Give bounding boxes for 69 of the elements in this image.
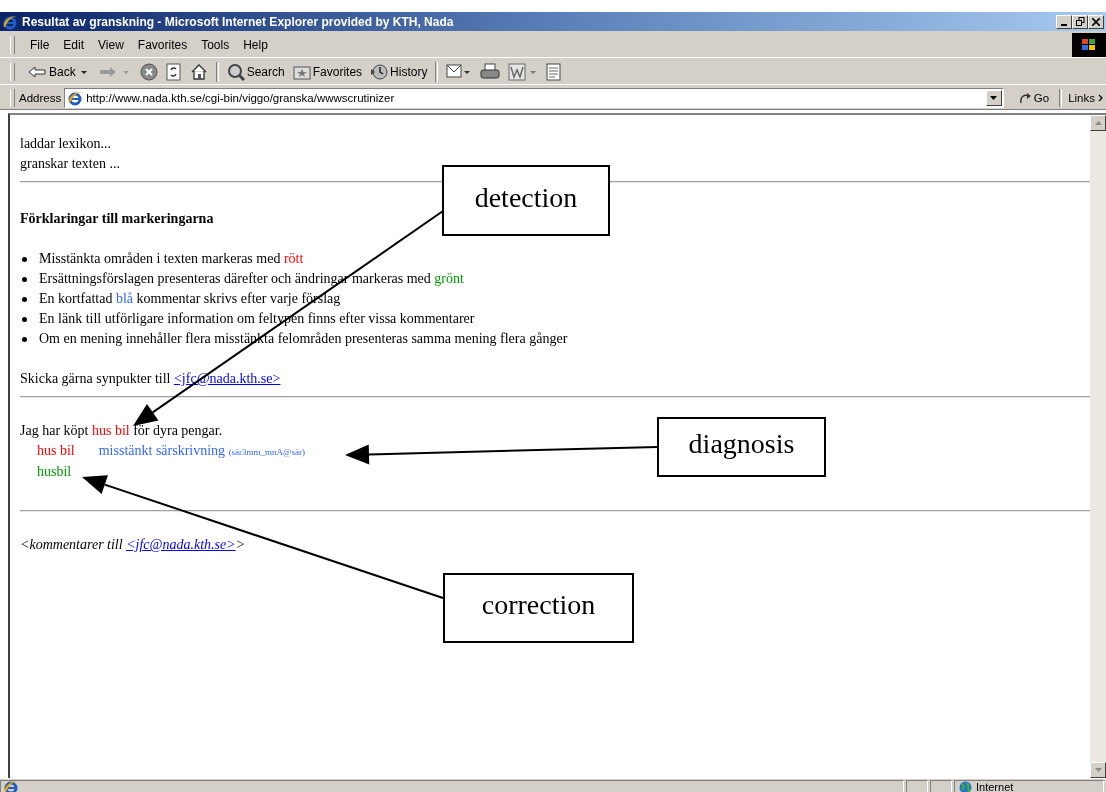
minimize-icon bbox=[1061, 23, 1067, 26]
callout-box: diagnosis bbox=[657, 417, 826, 477]
clock-icon bbox=[370, 63, 389, 81]
search-button[interactable]: Search bbox=[222, 62, 289, 82]
address-field[interactable]: http://www.nada.kth.se/cgi-bin/viggo/granska/wwwscrutinizer bbox=[64, 88, 1004, 108]
back-button[interactable]: Back bbox=[23, 63, 94, 81]
envelope-icon bbox=[446, 63, 473, 81]
chevron-icon bbox=[1098, 94, 1104, 102]
menu-item[interactable]: View bbox=[91, 36, 131, 54]
error-text: hus bil bbox=[37, 443, 75, 458]
go-button[interactable]: Go bbox=[1011, 91, 1056, 105]
arrow-icon bbox=[1017, 91, 1032, 105]
refresh-icon bbox=[165, 63, 182, 81]
page-icon bbox=[3, 779, 19, 792]
menu-item[interactable]: File bbox=[23, 36, 57, 54]
restore-button[interactable] bbox=[1072, 14, 1088, 29]
caret-icon bbox=[989, 95, 998, 101]
restore-icon bbox=[1075, 17, 1085, 26]
menu-item[interactable]: Help bbox=[236, 36, 275, 54]
links-button[interactable]: Links bbox=[1066, 92, 1106, 104]
forward-arrow-icon bbox=[97, 64, 118, 80]
minimize-button[interactable] bbox=[1056, 14, 1072, 29]
address-label: Address bbox=[19, 92, 62, 104]
bullet-icon bbox=[22, 256, 27, 262]
status-panel bbox=[930, 780, 952, 792]
dropdown-button[interactable] bbox=[985, 90, 1002, 106]
callout-box: correction bbox=[443, 573, 634, 643]
bullet-icon bbox=[22, 336, 27, 342]
browser-icon bbox=[2, 13, 18, 30]
search-icon bbox=[226, 63, 245, 81]
scroll-down-button[interactable] bbox=[1090, 762, 1106, 778]
window-title: Resultat av granskning - Microsoft Internet Explorer provided by KTH, Nada bbox=[22, 14, 455, 29]
status-text: laddar lexikon... bbox=[20, 135, 112, 153]
menu-item[interactable]: Tools bbox=[194, 36, 237, 54]
stop-icon bbox=[139, 63, 158, 81]
history-button[interactable]: History bbox=[366, 62, 432, 82]
bullet-text: Misstänkta områden i texten markeras med rött bbox=[39, 250, 304, 268]
close-icon bbox=[1092, 17, 1100, 26]
caret-down-icon bbox=[1094, 768, 1102, 772]
bullet-icon bbox=[22, 316, 27, 322]
home-icon bbox=[189, 63, 208, 81]
notepad-icon bbox=[546, 63, 563, 81]
scrollbar[interactable] bbox=[1090, 115, 1106, 778]
url-text: http://www.nada.kth.se/cgi-bin/viggo/granska/wwwscrutinizer bbox=[86, 92, 396, 104]
menu-item[interactable]: Edit bbox=[56, 36, 92, 54]
close-button[interactable] bbox=[1088, 14, 1104, 29]
footer-text: <kommentarer till <jfc@nada.kth.se>> bbox=[20, 536, 247, 554]
windows-logo-icon bbox=[1072, 33, 1106, 57]
caret-up-icon bbox=[1094, 121, 1102, 125]
favorites-button[interactable]: Favorites bbox=[288, 63, 367, 81]
printer-icon bbox=[480, 63, 501, 81]
document-w-icon bbox=[508, 63, 539, 81]
status-panel bbox=[906, 780, 928, 792]
menu-item[interactable]: Favorites bbox=[130, 36, 195, 54]
globe-icon bbox=[959, 780, 972, 792]
scroll-up-button[interactable] bbox=[1090, 115, 1106, 131]
back-arrow-icon bbox=[27, 64, 47, 80]
sentence-text: Jag har köpt hus bil för dyra pengar. bbox=[20, 422, 224, 440]
email-link[interactable]: <jfc@nada.kth.se> bbox=[126, 537, 236, 552]
page-icon bbox=[67, 90, 84, 106]
star-folder-icon bbox=[292, 64, 311, 80]
correction-text: husbil bbox=[36, 463, 72, 481]
diagnosis-text: misstänkt särskrivning (sär3mm_mnA@sär) bbox=[98, 443, 305, 458]
callout-box: detection bbox=[442, 165, 610, 236]
section-heading: Förklaringar till markeringarna bbox=[20, 210, 215, 228]
zone-label: Internet bbox=[976, 781, 1014, 792]
bullet-icon bbox=[22, 296, 27, 302]
status-text: granskar texten ... bbox=[20, 155, 121, 173]
bullet-icon bbox=[22, 276, 27, 282]
